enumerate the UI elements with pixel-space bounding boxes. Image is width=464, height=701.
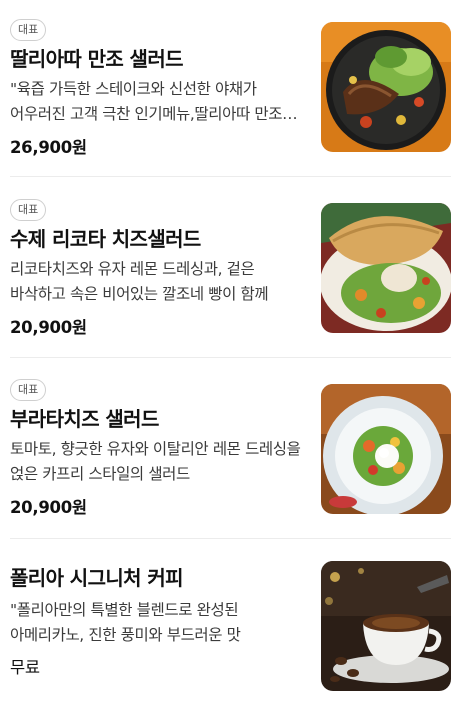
menu-item-text: 폴리아 시그니처 커피 "폴리아만의 특별한 블렌드로 완성된 아메리카노, 진… (10, 564, 306, 678)
coffee-cup-photo[interactable] (321, 561, 451, 691)
menu-item-text: 대표 수제 리코타 치즈샐러드 리코타치즈와 유자 레몬 드레싱과, 겉은 바삭… (10, 198, 306, 338)
menu-item-burrata-salad[interactable]: 대표 부라타치즈 샐러드 토마토, 향긋한 유자와 이탈리안 레몬 드레싱을 얹… (10, 378, 451, 517)
menu-item-ricotta-salad[interactable]: 대표 수제 리코타 치즈샐러드 리코타치즈와 유자 레몬 드레싱과, 겉은 바삭… (10, 198, 451, 337)
menu-item-text: 대표 딸리아따 만조 샐러드 "육즙 가득한 스테이크와 신선한 야채가 어우러… (10, 18, 306, 158)
menu-item-description: 토마토, 향긋한 유자와 이탈리안 레몬 드레싱을 얹은 카프리 스타일의 샐러… (10, 440, 301, 483)
divider (10, 357, 451, 358)
menu-item-name: 수제 리코타 치즈샐러드 (10, 227, 201, 251)
ricotta-salad-photo[interactable] (321, 203, 451, 333)
burrata-salad-photo[interactable] (321, 384, 451, 514)
signature-badge: 대표 (10, 19, 47, 41)
divider (10, 538, 451, 539)
menu-item-price: 무료 (10, 658, 40, 677)
menu-item-description: 리코타치즈와 유자 레몬 드레싱과, 겉은 바삭하고 속은 비어있는 깔조네 빵… (10, 260, 269, 303)
menu-list: 대표 딸리아따 만조 샐러드 "육즙 가득한 스테이크와 신선한 야채가 어우러… (0, 0, 464, 701)
menu-item-name: 폴리아 시그니처 커피 (10, 566, 184, 590)
menu-item-price: 26,900원 (10, 138, 87, 157)
divider (10, 176, 451, 177)
menu-item-description: "폴리아만의 특별한 블렌드로 완성된 아메리카노, 진한 풍미와 부드러운 맛 (10, 601, 241, 644)
menu-item-price: 20,900원 (10, 498, 87, 517)
menu-item-signature-coffee[interactable]: 폴리아 시그니처 커피 "폴리아만의 특별한 블렌드로 완성된 아메리카노, 진… (10, 561, 451, 694)
menu-item-price: 20,900원 (10, 318, 87, 337)
signature-badge: 대표 (10, 379, 47, 401)
menu-item-name: 딸리아따 만조 샐러드 (10, 47, 184, 71)
steak-salad-photo[interactable] (321, 22, 451, 152)
menu-item-description: "육즙 가득한 스테이크와 신선한 야채가 어우러진 고객 극찬 인기메뉴,딸리… (10, 80, 283, 123)
menu-item-text: 대표 부라타치즈 샐러드 토마토, 향긋한 유자와 이탈리안 레몬 드레싱을 얹… (10, 378, 306, 518)
menu-item-name: 부라타치즈 샐러드 (10, 407, 159, 431)
menu-item-tagliata-salad[interactable]: 대표 딸리아따 만조 샐러드 "육즙 가득한 스테이크와 신선한 야채가 어우러… (10, 18, 451, 157)
signature-badge: 대표 (10, 199, 47, 221)
